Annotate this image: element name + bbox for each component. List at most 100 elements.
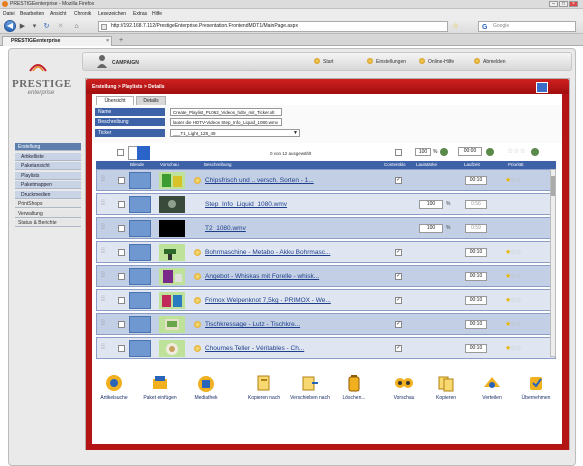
nav-start[interactable]: Start bbox=[314, 58, 334, 65]
transition-thumbnail[interactable] bbox=[129, 220, 151, 237]
select-all-checkbox[interactable] bbox=[117, 149, 124, 156]
row-description[interactable]: Angebot - Whiskas mit Forelle - whisk... bbox=[205, 273, 319, 280]
duration-input[interactable]: 00:10 bbox=[465, 248, 487, 257]
content-checkbox[interactable]: ✓ bbox=[395, 273, 402, 280]
table-row[interactable]: ⁞⁞ T2_1080.wmv 100 % 0:59 bbox=[96, 217, 556, 239]
priority-stars[interactable]: ★☆☆ bbox=[505, 176, 522, 184]
delete-button[interactable]: Löschen... bbox=[332, 373, 376, 401]
search-input[interactable]: G Google bbox=[478, 21, 576, 32]
priority-stars[interactable]: ★☆☆ bbox=[505, 320, 522, 328]
table-scrollbar[interactable] bbox=[550, 169, 556, 357]
url-input[interactable]: http://192.168.7.112/PrestigeEnterprise.… bbox=[98, 21, 448, 32]
row-description[interactable]: Frimox Welpenknot 7,5kg - PRIMOX - We... bbox=[205, 297, 331, 304]
content-checkbox[interactable]: ✓ bbox=[395, 297, 402, 304]
nav-einstellungen[interactable]: Einstellungen bbox=[367, 58, 406, 65]
content-checkbox[interactable]: ✓ bbox=[395, 177, 402, 184]
scrollbar-thumb[interactable] bbox=[551, 176, 555, 196]
apply-priority-icon[interactable] bbox=[531, 148, 539, 156]
copy-button[interactable]: Kopieren bbox=[424, 373, 468, 401]
menu-hilfe[interactable]: Hilfe bbox=[152, 11, 162, 17]
transition-thumbnail[interactable] bbox=[129, 172, 151, 189]
row-description[interactable]: Choumes Teller - Véritables - Ch... bbox=[205, 345, 304, 352]
sidebar-item-paketansicht[interactable]: Paketansicht bbox=[15, 162, 81, 170]
drag-handle-icon[interactable]: ⁞⁞ bbox=[101, 246, 107, 258]
back-icon[interactable]: ◀ bbox=[4, 20, 16, 32]
sidebar-item-printshops[interactable]: PrintShops bbox=[15, 200, 81, 208]
content-checkbox[interactable]: ✓ bbox=[395, 321, 402, 328]
apply-time-icon[interactable] bbox=[486, 148, 494, 156]
drag-handle-icon[interactable]: ⁞⁞ bbox=[101, 294, 107, 306]
menu-extras[interactable]: Extras bbox=[133, 11, 147, 17]
maximize-button[interactable]: □ bbox=[559, 1, 568, 7]
table-row[interactable]: ⁞⁞ Choumes Teller - Véritables - Ch... ✓… bbox=[96, 337, 556, 359]
close-window-button[interactable]: × bbox=[569, 1, 578, 7]
nav-online-hilfe[interactable]: Online-Hilfe bbox=[419, 58, 454, 65]
drag-handle-icon[interactable]: ⁞⁞ bbox=[101, 198, 107, 210]
sidebar-item-artikelliste[interactable]: Artikelliste bbox=[15, 152, 81, 161]
row-checkbox[interactable] bbox=[118, 177, 125, 184]
copy-to-button[interactable]: Kopieren nach bbox=[242, 373, 286, 401]
row-checkbox[interactable] bbox=[118, 201, 125, 208]
name-field[interactable]: Create_Playlist_PL062_Videos_hdtv_mit_Ti… bbox=[170, 108, 282, 116]
nav-abmelden[interactable]: Abmelden bbox=[474, 58, 506, 65]
duration-input[interactable]: 00:10 bbox=[465, 320, 487, 329]
duration-input[interactable]: 00:10 bbox=[465, 296, 487, 305]
transition-thumbnail[interactable] bbox=[129, 268, 151, 285]
transition-thumbnail[interactable] bbox=[129, 244, 151, 261]
priority-all-stars[interactable]: ☆☆☆ bbox=[507, 147, 526, 155]
tab-uebersicht[interactable]: Übersicht bbox=[96, 96, 134, 105]
content-checkbox[interactable]: ✓ bbox=[395, 249, 402, 256]
row-checkbox[interactable] bbox=[118, 297, 125, 304]
close-tab-icon[interactable]: × bbox=[106, 37, 109, 46]
duration-input[interactable]: 0:59 bbox=[465, 224, 487, 233]
time-all-input[interactable]: 00:00 bbox=[458, 147, 482, 156]
move-to-button[interactable]: Verschieben nach bbox=[288, 373, 332, 401]
dropdown-icon[interactable]: ▾ bbox=[30, 22, 39, 31]
row-checkbox[interactable] bbox=[118, 321, 125, 328]
package-insert-button[interactable]: Paket einfügen bbox=[138, 373, 182, 401]
row-checkbox[interactable] bbox=[118, 273, 125, 280]
distribute-button[interactable]: Verteilen bbox=[470, 373, 514, 401]
menu-datei[interactable]: Datei bbox=[3, 11, 15, 17]
volume-all-input[interactable]: 100 bbox=[415, 148, 431, 156]
drag-handle-icon[interactable]: ⁞⁞ bbox=[101, 318, 107, 330]
row-description[interactable]: T2_1080.wmv bbox=[205, 225, 246, 232]
duration-input[interactable]: 0:56 bbox=[465, 200, 487, 209]
table-row[interactable]: ⁞⁞ Step_Info_Liquid_1080.wmv 100 % 0:56 bbox=[96, 193, 556, 215]
volume-input[interactable]: 100 bbox=[419, 224, 443, 233]
content-all-checkbox[interactable] bbox=[395, 149, 402, 156]
table-row[interactable]: ⁞⁞ Chipsfrisch und .. versch. Sorten - 1… bbox=[96, 169, 556, 191]
drag-handle-icon[interactable]: ⁞⁞ bbox=[101, 222, 107, 234]
sidebar-item-paketmappen[interactable]: Paketmappen bbox=[15, 181, 81, 189]
sidebar-item-playlists[interactable]: Playlists bbox=[15, 171, 81, 180]
table-row[interactable]: ⁞⁞ Bohrmaschine - Metabo - Akku Bohrmasc… bbox=[96, 241, 556, 263]
sidebar-item-erstellung[interactable]: Erstellung bbox=[15, 143, 81, 151]
minimize-button[interactable]: – bbox=[549, 1, 558, 7]
duration-input[interactable]: 00:10 bbox=[465, 176, 487, 185]
row-checkbox[interactable] bbox=[118, 249, 125, 256]
stop-icon[interactable]: ✕ bbox=[56, 22, 65, 31]
description-field[interactable]: lauter die HDTV-Videos Step_Info_Liquid_… bbox=[170, 118, 282, 126]
bookmark-star-icon[interactable]: ☆ bbox=[451, 22, 460, 31]
row-description[interactable]: Chipsfrisch und .. versch. Sorten - 1... bbox=[205, 177, 314, 184]
new-tab-button[interactable]: + bbox=[116, 37, 126, 45]
priority-stars[interactable]: ★☆☆ bbox=[505, 248, 522, 256]
language-flag-icon[interactable] bbox=[536, 82, 548, 93]
table-row[interactable]: ⁞⁞ Angebot - Whiskas mit Forelle - whisk… bbox=[96, 265, 556, 287]
transition-thumbnail[interactable] bbox=[129, 196, 151, 213]
media-library-button[interactable]: Mediathek bbox=[184, 373, 228, 401]
row-description[interactable]: Step_Info_Liquid_1080.wmv bbox=[205, 201, 287, 208]
tab-details[interactable]: Details bbox=[136, 96, 166, 105]
menu-ansicht[interactable]: Ansicht bbox=[50, 11, 66, 17]
sidebar-item-verwaltung[interactable]: Verwaltung bbox=[15, 209, 81, 218]
row-checkbox[interactable] bbox=[118, 225, 125, 232]
priority-stars[interactable]: ★☆☆ bbox=[505, 272, 522, 280]
drag-handle-icon[interactable]: ⁞⁞ bbox=[101, 270, 107, 282]
forward-icon[interactable]: ▶ bbox=[18, 22, 27, 31]
row-checkbox[interactable] bbox=[118, 345, 125, 352]
browser-tab[interactable]: PRESTIGEenterprise × bbox=[2, 36, 112, 46]
transition-thumbnail[interactable] bbox=[129, 316, 151, 333]
menu-lesezeichen[interactable]: Lesezeichen bbox=[98, 11, 126, 17]
content-checkbox[interactable]: ✓ bbox=[395, 345, 402, 352]
drag-handle-icon[interactable]: ⁞⁞ bbox=[101, 174, 107, 186]
